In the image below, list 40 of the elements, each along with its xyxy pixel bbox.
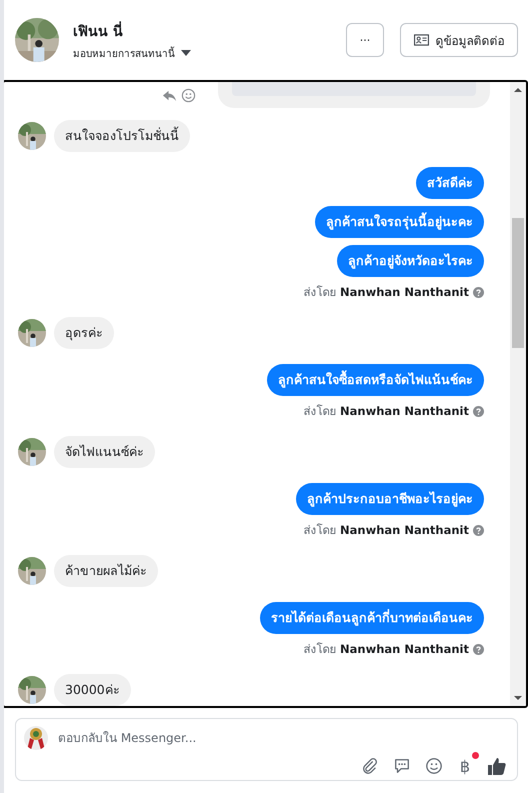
sent-by-label: ส่งโดย Nanwhan Nanthanit [303,284,469,301]
thumbs-up-icon[interactable] [487,756,507,776]
avatar [18,122,46,150]
help-icon[interactable] [473,406,484,416]
help-icon[interactable] [473,524,484,536]
message-bubble: สนใจจองโปรโมชั่นนี้ [54,120,190,152]
message-bubble: จัดไฟแนนซ์ค่ะ [54,436,155,468]
message-bubble: รายได้ต่อเดือนลูกค้ากี่บาทต่อเดือนคะ [260,602,484,634]
avatar [18,557,46,585]
caret-icon[interactable] [181,50,191,56]
payment-button[interactable]: ฿ [457,756,473,776]
message-bubble: อุดรค่ะ [54,317,114,349]
sent-by-label: ส่งโดย Nanwhan Nanthanit [303,403,469,420]
sent-by-label: ส่งโดย Nanwhan Nanthanit [303,641,469,658]
message-bubble: ลูกค้าสนใจซื้อสดหรือจัดไฟแน้นช์คะ [267,364,484,396]
avatar [18,319,46,347]
contact-info-button[interactable]: ดูข้อมูลติดต่อ [400,23,518,57]
help-icon[interactable] [473,286,484,298]
sent-by-label: ส่งโดย Nanwhan Nanthanit [303,522,469,539]
paperclip-icon[interactable] [361,757,379,775]
contact-card-icon [414,34,428,46]
assign-dropdown[interactable]: มอบหมายการสนทนานี้ [73,46,191,60]
message-bubble: ค้าขายผลไม้ค่ะ [54,555,158,587]
contact-name: เฟินน นี่ [73,20,346,42]
reply-field[interactable]: ตอบกลับใน Messenger... ฿ [15,718,518,781]
message-bubble: 30000ค่ะ [54,674,131,706]
avatar [18,438,46,466]
message-bubble: ลูกค้าสนใจรถรุ่นนี้อยู่นะคะ [315,206,484,238]
more-button[interactable]: ··· [346,23,384,57]
scrollbar[interactable] [510,82,526,706]
page-avatar [24,726,48,750]
emoji-icon[interactable] [425,757,443,775]
avatar [15,18,59,62]
message-bubble: ลูกค้าประกอบอาชีพอะไรอยู่คะ [296,483,484,515]
message-bubble: สวัสดีค่ะ [416,167,484,199]
help-icon[interactable] [473,644,484,654]
emoji-icon[interactable] [181,88,196,102]
message-bubble: ลูกค้าอยู่จังหวัดอะไรคะ [337,245,484,277]
avatar [18,676,46,704]
chat-bubble-icon[interactable] [393,757,411,775]
